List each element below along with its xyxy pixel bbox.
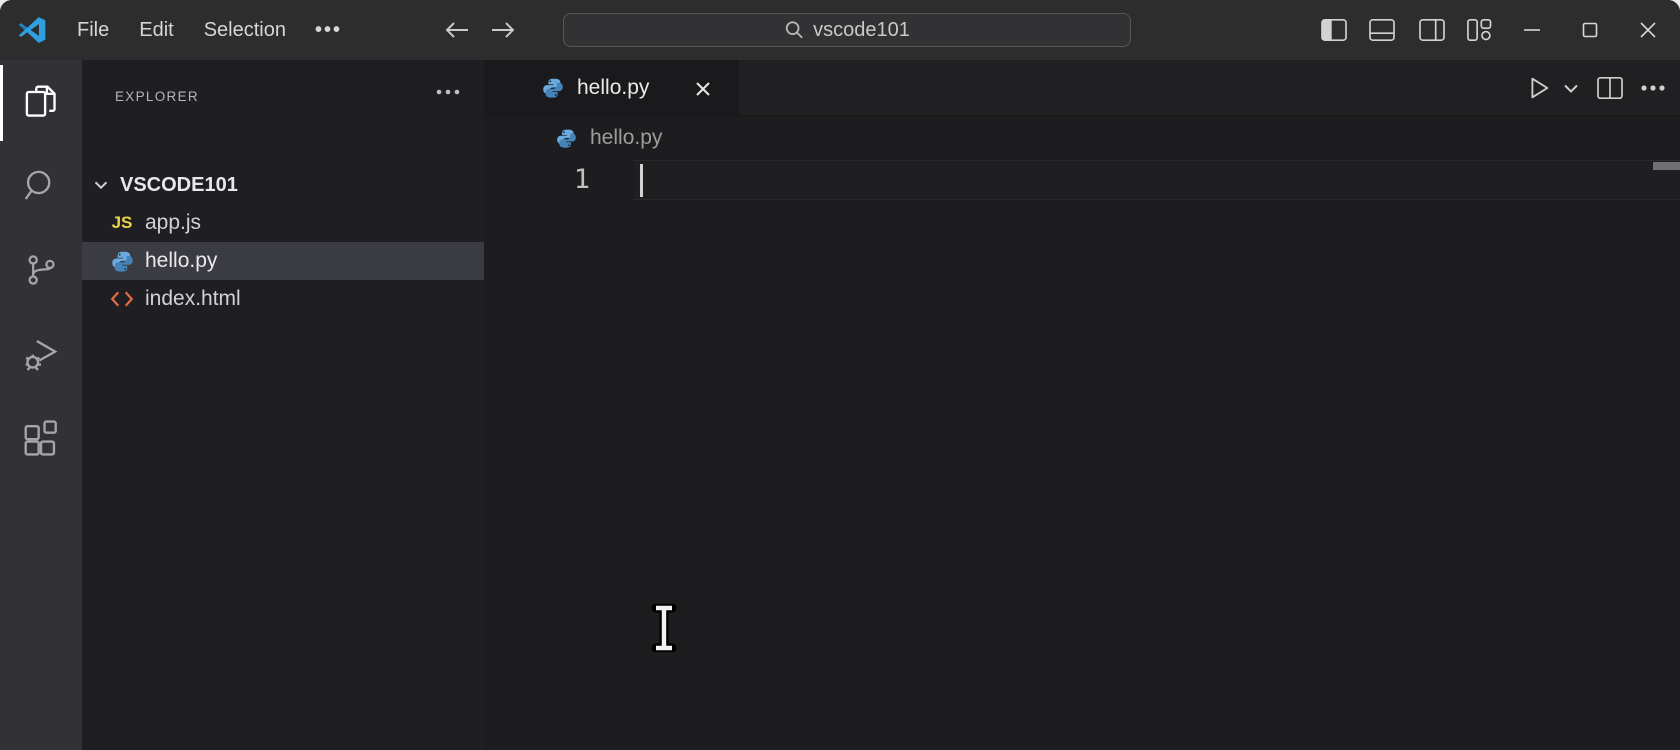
editor-group: hello.py: [484, 60, 1680, 750]
breadcrumb-item: hello.py: [590, 126, 662, 150]
chevron-down-icon: [90, 174, 112, 196]
maximize-button[interactable]: [1568, 0, 1612, 60]
go-forward-button[interactable]: [486, 16, 520, 44]
activity-explorer[interactable]: [0, 60, 82, 144]
menu-file[interactable]: File: [62, 13, 124, 48]
tab-label: hello.py: [577, 76, 649, 100]
activity-extensions[interactable]: [0, 396, 82, 480]
python-file-icon: [556, 128, 577, 149]
file-name: hello.py: [145, 249, 217, 273]
tree-file-hellopy[interactable]: hello.py: [82, 242, 484, 280]
editor-more-actions-icon[interactable]: [1640, 84, 1666, 92]
menubar: File Edit Selection •••: [62, 0, 356, 60]
activity-search[interactable]: [0, 144, 82, 228]
extensions-icon: [21, 418, 61, 458]
tab-bar: hello.py: [484, 60, 1680, 116]
explorer-header: EXPLORER: [82, 76, 484, 116]
explorer-sidebar: EXPLORER VSCODE101 JS app.js: [82, 60, 484, 750]
split-editor-icon[interactable]: [1596, 76, 1624, 100]
toggle-panel-icon[interactable]: [1360, 0, 1404, 60]
git-branch-icon: [22, 251, 60, 289]
command-center-search[interactable]: vscode101: [563, 13, 1131, 47]
activity-run-debug[interactable]: [0, 312, 82, 396]
explorer-more-actions-icon[interactable]: [430, 82, 466, 102]
tree-file-indexhtml[interactable]: index.html: [82, 280, 484, 318]
line-number: 1: [484, 160, 590, 200]
close-button[interactable]: [1626, 0, 1670, 60]
file-name: app.js: [145, 211, 201, 235]
menu-edit[interactable]: Edit: [124, 13, 188, 48]
menu-more-icon[interactable]: •••: [301, 13, 356, 48]
toggle-secondary-sidebar-icon[interactable]: [1410, 0, 1454, 60]
breadcrumb[interactable]: hello.py: [484, 116, 1680, 160]
activity-bar: [0, 60, 82, 750]
html-file-icon: [110, 289, 134, 309]
code-area[interactable]: 1: [484, 160, 1680, 750]
tree-folder-vscode101[interactable]: VSCODE101: [82, 166, 484, 204]
text-caret: [640, 164, 643, 197]
python-file-icon: [110, 250, 134, 273]
python-file-icon: [542, 77, 564, 99]
go-back-button[interactable]: [440, 16, 474, 44]
explorer-title: EXPLORER: [115, 89, 199, 104]
run-dropdown-chevron-icon[interactable]: [1562, 79, 1580, 97]
editor-toolbar: [1524, 60, 1666, 116]
titlebar: File Edit Selection ••• vscode101: [0, 0, 1680, 60]
tree-file-appjs[interactable]: JS app.js: [82, 204, 484, 242]
toggle-primary-sidebar-icon[interactable]: [1312, 0, 1356, 60]
debug-icon: [21, 334, 61, 374]
vscode-window: File Edit Selection ••• vscode101: [0, 0, 1680, 750]
js-file-icon: JS: [110, 213, 134, 233]
search-value: vscode101: [813, 19, 910, 42]
active-indicator: [0, 65, 3, 141]
menu-selection[interactable]: Selection: [189, 13, 301, 48]
customize-layout-icon[interactable]: [1457, 0, 1501, 60]
folder-name: VSCODE101: [120, 174, 238, 197]
tab-close-icon[interactable]: [690, 76, 716, 102]
files-icon: [21, 82, 61, 122]
tab-hellopy[interactable]: hello.py: [484, 60, 738, 116]
search-icon: [784, 20, 804, 40]
overview-ruler-marker: [1653, 162, 1680, 170]
search-icon: [21, 166, 61, 206]
run-button-icon[interactable]: [1524, 74, 1552, 102]
file-name: index.html: [145, 287, 241, 311]
vscode-logo-icon: [17, 15, 47, 45]
activity-source-control[interactable]: [0, 228, 82, 312]
minimize-button[interactable]: [1510, 0, 1554, 60]
current-line-highlight: [634, 160, 1680, 200]
file-tree: VSCODE101 JS app.js hell: [82, 166, 484, 318]
